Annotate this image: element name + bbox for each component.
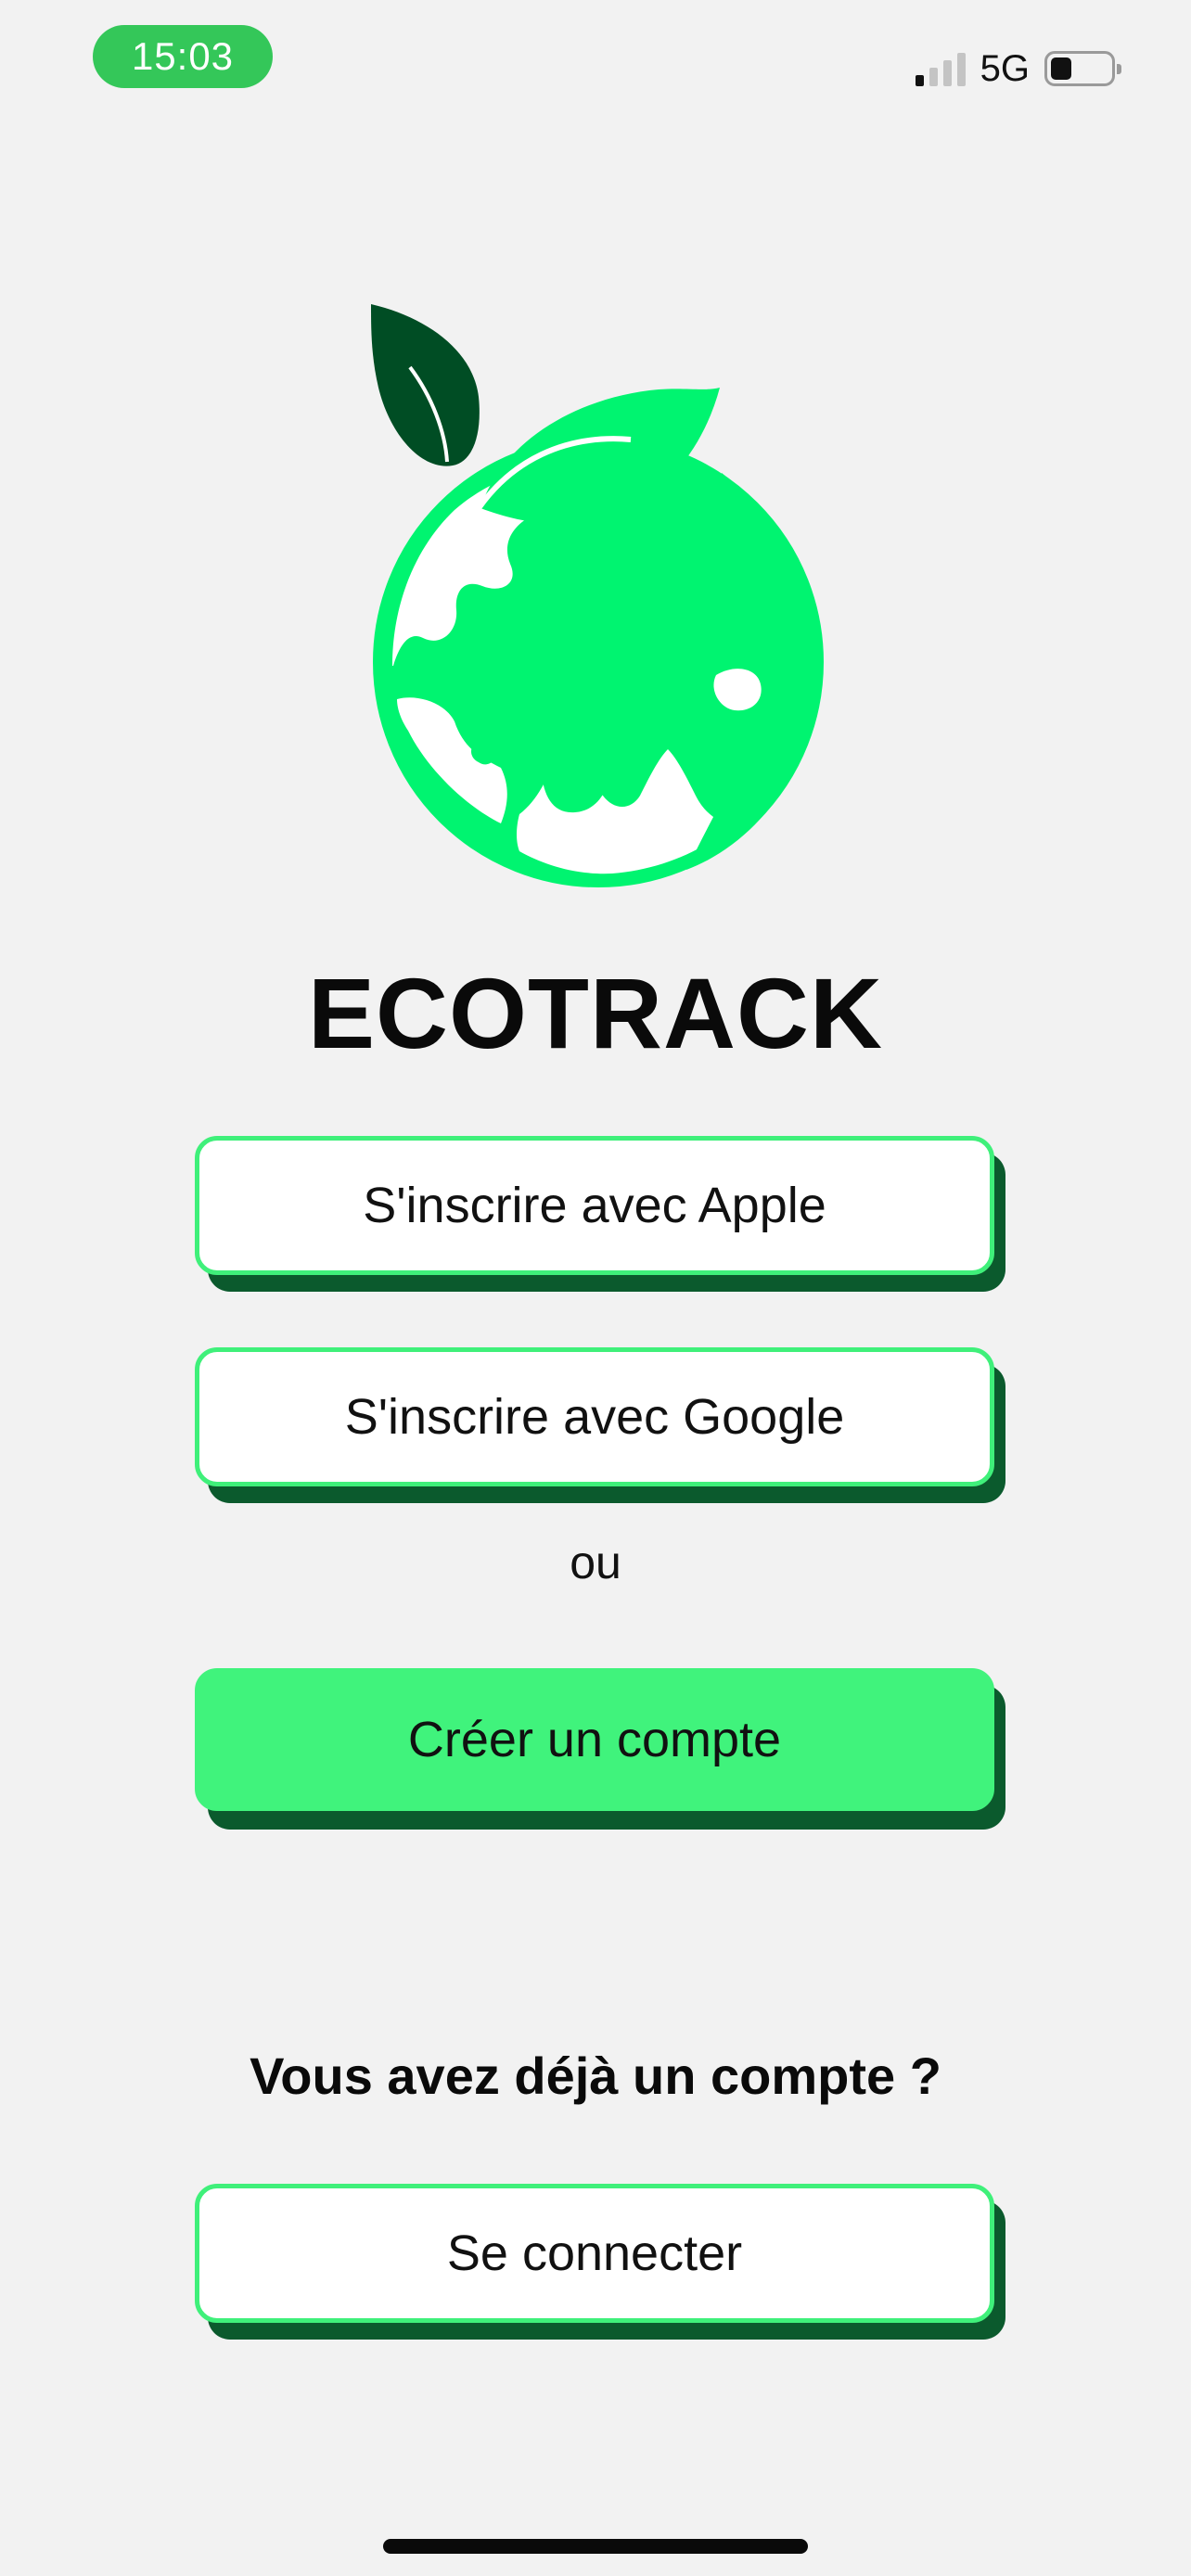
battery-level: [1051, 57, 1071, 80]
login-button-wrap: Se connecter: [195, 2184, 1005, 2341]
battery-icon: [1044, 51, 1121, 86]
login-button[interactable]: Se connecter: [195, 2184, 994, 2323]
home-indicator[interactable]: [383, 2539, 808, 2554]
login-prompt: Vous avez déjà un compte ?: [250, 2047, 941, 2105]
divider-or: ou: [570, 1537, 621, 1588]
google-signup-button[interactable]: S'inscrire avec Google: [195, 1347, 994, 1486]
apple-signup-button[interactable]: S'inscrire avec Apple: [195, 1136, 994, 1275]
screen: 15:03 5G ECOTRACK S'inscrire avec Apple …: [0, 0, 1191, 2576]
network-label: 5G: [980, 47, 1030, 89]
earth-with-leaves-icon: [371, 304, 824, 887]
create-account-button[interactable]: Créer un compte: [195, 1668, 994, 1811]
status-indicators: 5G: [915, 41, 1121, 96]
google-signup-button-wrap: S'inscrire avec Google: [195, 1347, 1005, 1505]
apple-signup-button-wrap: S'inscrire avec Apple: [195, 1136, 1005, 1294]
app-title: ECOTRACK: [308, 957, 883, 1069]
signal-icon: [915, 51, 966, 86]
status-time: 15:03: [93, 25, 273, 88]
create-account-button-wrap: Créer un compte: [195, 1668, 1005, 1830]
